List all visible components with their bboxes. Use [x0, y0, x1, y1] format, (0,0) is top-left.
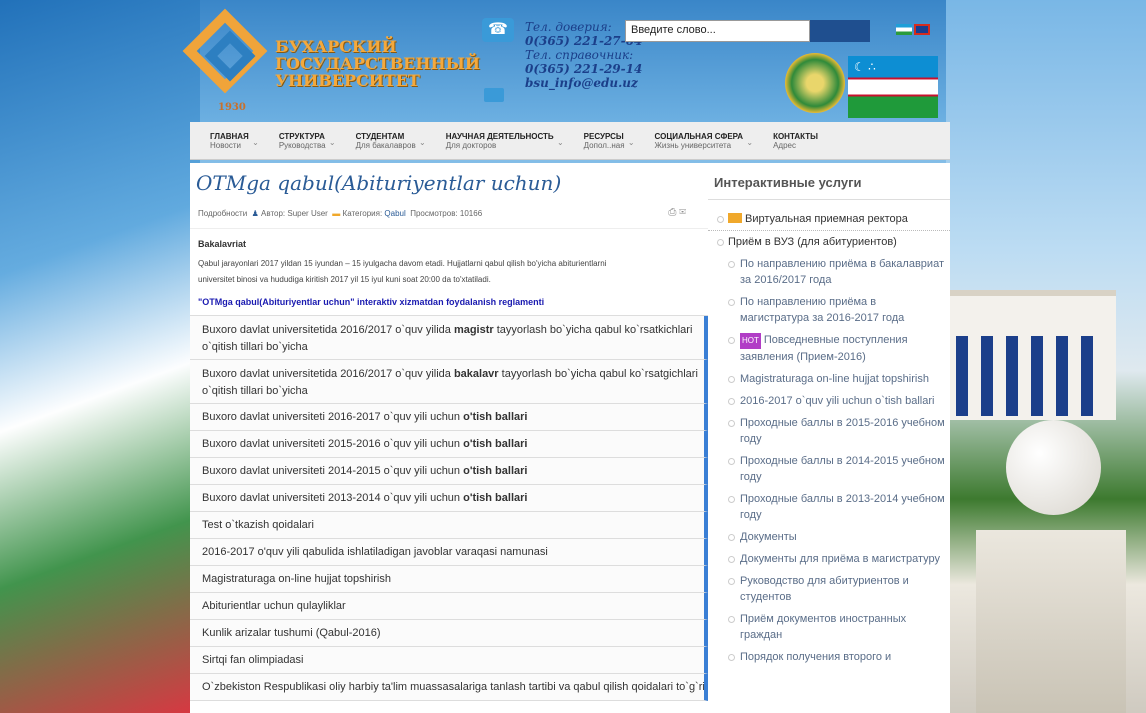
- list-item[interactable]: Abiturientlar uchun qulayliklar: [190, 593, 708, 620]
- nav-item-students[interactable]: СТУДЕНТАМ Для бакалавров ⌄: [336, 122, 426, 159]
- background-right: [946, 0, 1146, 713]
- background-left: [0, 0, 200, 713]
- email-link[interactable]: bsu_info@edu.uz: [525, 76, 638, 90]
- search-button[interactable]: [810, 20, 870, 42]
- sidebar-subitem[interactable]: По направлению приёма в бакалавриат за 2…: [708, 253, 950, 291]
- admission-links-list: Buxoro davlat universitetida 2016/2017 o…: [190, 315, 708, 701]
- mail-icon: [484, 88, 504, 102]
- nav-item-research[interactable]: НАУЧНАЯ ДЕЯТЕЛЬНОСТЬ Для докторов ⌄: [426, 122, 564, 159]
- list-item[interactable]: Buxoro davlat universiteti 2015-2016 o`q…: [190, 431, 708, 458]
- chevron-down-icon: ⌄: [746, 138, 754, 147]
- sidebar-subitem[interactable]: Проходные баллы в 2013-2014 учебном году: [708, 488, 950, 526]
- sidebar-subitem[interactable]: Документы для приёма в магистратуру: [708, 548, 950, 570]
- article-content: OTMga qabul(Abituriyentlar uchun) Подроб…: [190, 163, 708, 713]
- chevron-down-icon: ⌄: [328, 138, 336, 147]
- university-name[interactable]: БУХАРСКИЙ ГОСУДАРСТВЕННЫЙ УНИВЕРСИТЕТ: [275, 38, 480, 89]
- list-item[interactable]: O`zbekiston Respublikasi oliy harbiy ta'…: [190, 674, 708, 701]
- print-email-icons[interactable]: ⎙ ✉: [668, 207, 686, 218]
- list-item[interactable]: Kunlik arizalar tushumi (Qabul-2016): [190, 620, 708, 647]
- list-item[interactable]: Buxoro davlat universiteti 2013-2014 o`q…: [190, 485, 708, 512]
- chevron-down-icon: ⌄: [627, 138, 635, 147]
- nav-item-structure[interactable]: СТРУКТУРА Руководства ⌄: [259, 122, 336, 159]
- list-item[interactable]: Buxoro davlat universitetida 2016/2017 o…: [190, 316, 708, 360]
- hot-badge: HOT: [740, 333, 761, 349]
- nav-item-resources[interactable]: РЕСУРСЫ Допол..ная ⌄: [564, 122, 635, 159]
- interactive-services-sidebar: Интерактивные услуги Виртуальная приемна…: [708, 163, 950, 713]
- sidebar-subitem[interactable]: По направлению приёма в магистратура за …: [708, 291, 950, 329]
- site-header: 1930 БУХАРСКИЙ ГОСУДАРСТВЕННЫЙ УНИВЕРСИТ…: [182, 8, 950, 123]
- sidebar-subitem[interactable]: HOT Повседневные поступления заявления (П…: [708, 329, 950, 368]
- uzbek-language-icon[interactable]: [896, 24, 912, 35]
- sidebar-title: Интерактивные услуги: [708, 163, 950, 200]
- sidebar-subitem[interactable]: Magistraturaga on-line hujjat topshirish: [708, 368, 950, 390]
- state-emblem-icon: [785, 53, 845, 113]
- article-meta: Подробности ♟ Автор: Super User ▬ Катего…: [190, 197, 708, 229]
- nav-item-home[interactable]: ГЛАВНАЯ Новости ⌄: [190, 122, 259, 159]
- list-item[interactable]: Test o`tkazish qoidalari: [190, 512, 708, 539]
- envelope-icon: [728, 213, 742, 223]
- english-language-icon[interactable]: [914, 24, 930, 35]
- nav-item-social[interactable]: СОЦИАЛЬНАЯ СФЕРА Жизнь университета ⌄: [635, 122, 754, 159]
- chevron-down-icon: ⌄: [419, 138, 426, 147]
- sidebar-subitem[interactable]: Порядок получения второго и: [708, 646, 950, 668]
- main-navigation: ГЛАВНАЯ Новости ⌄ СТРУКТУРА Руководства ⌄ СТ…: [190, 122, 950, 160]
- list-item[interactable]: Buxoro davlat universiteti 2016-2017 o`q…: [190, 404, 708, 431]
- category-link[interactable]: Qabul: [384, 209, 405, 218]
- sidebar-subitem[interactable]: Проходные баллы в 2015-2016 учебном году: [708, 412, 950, 450]
- author-icon: ♟: [249, 209, 259, 218]
- sidebar-subitem[interactable]: Руководство для абитуриентов и студентов: [708, 570, 950, 608]
- section-heading: Bakalavriat: [198, 239, 247, 249]
- sphere-monument: [1006, 420, 1101, 515]
- list-item[interactable]: Magistraturaga on-line hujjat topshirish: [190, 566, 708, 593]
- statue-image: [976, 530, 1126, 713]
- uzbekistan-flag-icon: ☾ ∴: [848, 56, 938, 118]
- sidebar-item-admission[interactable]: Приём в ВУЗ (для абитуриентов): [708, 231, 950, 253]
- list-item[interactable]: Buxoro davlat universitetida 2016/2017 o…: [190, 360, 708, 404]
- sidebar-subitem[interactable]: Документы: [708, 526, 950, 548]
- sidebar-subitem[interactable]: 2016-2017 o`quv yili uchun o`tish ballar…: [708, 390, 950, 412]
- logo-year: 1930: [218, 102, 246, 113]
- list-item[interactable]: Sirtqi fan olimpiadasi: [190, 647, 708, 674]
- list-item[interactable]: 2016-2017 o'quv yili qabulida ishlatilad…: [190, 539, 708, 566]
- article-title: OTMga qabul(Abituriyentlar uchun): [196, 171, 562, 195]
- building-image: [946, 290, 1116, 420]
- list-item[interactable]: Buxoro davlat universiteti 2014-2015 o`q…: [190, 458, 708, 485]
- sidebar-item-rector[interactable]: Виртуальная приемная ректора: [708, 208, 950, 231]
- regulation-link[interactable]: "OTMga qabul(Abituriyentlar uchun" inter…: [190, 291, 708, 315]
- nav-item-contacts[interactable]: КОНТАКТЫ Адрес: [753, 122, 828, 159]
- university-logo[interactable]: 1930: [182, 8, 270, 113]
- sidebar-subitem[interactable]: Приём документов иностранных граждан: [708, 608, 950, 646]
- folder-icon: ▬: [330, 209, 341, 218]
- phone-icon: ☎: [482, 18, 514, 42]
- article-body: Qabul jarayonlari 2017 yildan 15 iyundan…: [198, 259, 607, 284]
- search-input[interactable]: Введите слово...: [625, 20, 810, 42]
- chevron-down-icon: ⌄: [252, 138, 259, 147]
- sidebar-subitem[interactable]: Проходные баллы в 2014-2015 учебном году: [708, 450, 950, 488]
- chevron-down-icon: ⌄: [556, 138, 564, 147]
